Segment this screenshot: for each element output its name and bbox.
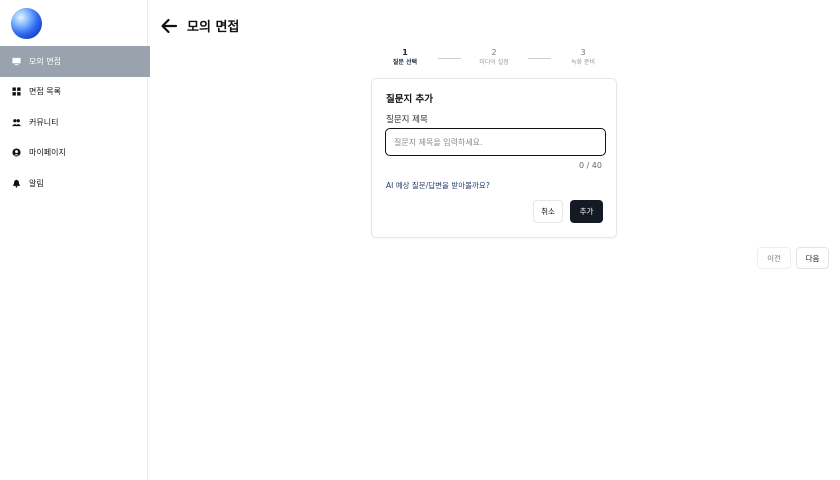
sidebar-item-label: 면접 목록 — [29, 87, 61, 97]
step-label: 미디어 설정 — [479, 59, 509, 66]
sidebar-item-label: 알림 — [29, 178, 44, 188]
prev-button[interactable]: 이전 — [757, 247, 791, 269]
step-number: 2 — [491, 48, 497, 57]
step-connector — [528, 58, 551, 59]
step-number: 3 — [580, 48, 586, 57]
sidebar-nav: 모의 면접 면접 목록 커뮤니티 마이페이지 알림 — [0, 46, 150, 199]
sidebar-item-community[interactable]: 커뮤니티 — [0, 107, 150, 138]
step-label: 녹화 준비 — [571, 59, 595, 66]
cancel-button[interactable]: 취소 — [533, 200, 563, 223]
sidebar-item-notifications[interactable]: 알림 — [0, 168, 150, 199]
step-connector — [438, 58, 461, 59]
page-title: 모의 면접 — [187, 20, 240, 35]
sidebar-item-label: 커뮤니티 — [29, 117, 59, 127]
step-number: 1 — [402, 48, 408, 57]
sidebar-item-mypage[interactable]: 마이페이지 — [0, 138, 150, 169]
sidebar-item-interview-list[interactable]: 면접 목록 — [0, 77, 150, 108]
step-2: 2 미디어 설정 — [469, 48, 519, 68]
step-1: 1 질문 선택 — [380, 48, 430, 68]
logo[interactable] — [11, 8, 42, 39]
monitor-icon — [11, 56, 21, 66]
add-button[interactable]: 추가 — [570, 200, 603, 223]
sidebar-item-mock-interview[interactable]: 모의 면접 — [0, 46, 150, 77]
sidebar: 모의 면접 면접 목록 커뮤니티 마이페이지 알림 — [0, 0, 150, 480]
sidebar-item-label: 마이페이지 — [29, 148, 66, 158]
ai-suggestion-link[interactable]: AI 예상 질문/답변을 받아볼까요? — [386, 180, 490, 191]
step-label: 질문 선택 — [392, 59, 418, 66]
char-count: 0 / 40 — [578, 161, 602, 170]
stepper: 1 질문 선택 2 미디어 설정 3 녹화 준비 — [378, 48, 618, 72]
add-questionnaire-card: 질문지 추가 질문지 제목 0 / 40 AI 예상 질문/답변을 받아볼까요?… — [371, 78, 617, 238]
users-icon — [11, 117, 21, 127]
card-title: 질문지 추가 — [386, 94, 434, 105]
sidebar-item-label: 모의 면접 — [29, 56, 61, 66]
next-button[interactable]: 다음 — [796, 247, 829, 269]
user-circle-icon — [11, 148, 21, 158]
questionnaire-title-label: 질문지 제목 — [386, 115, 428, 125]
bell-icon — [11, 178, 21, 188]
page-header: 모의 면접 — [160, 16, 239, 35]
questionnaire-title-input[interactable] — [385, 128, 606, 156]
back-arrow-icon[interactable] — [160, 17, 178, 35]
grid-icon — [11, 87, 21, 97]
step-3: 3 녹화 준비 — [558, 48, 608, 68]
